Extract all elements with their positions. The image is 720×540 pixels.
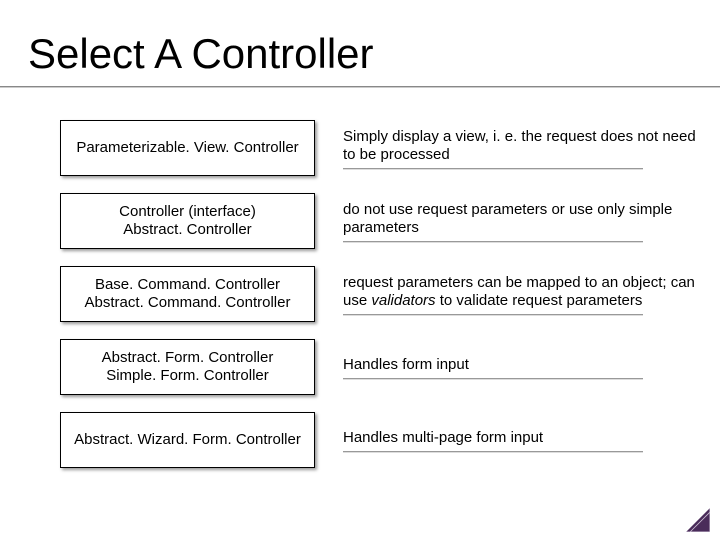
controller-desc-wrap: Handles multi-page form input xyxy=(343,429,700,452)
controller-box-line: Base. Command. Controller xyxy=(95,276,280,294)
desc-underline xyxy=(343,314,643,315)
controller-box-line: Abstract. Command. Controller xyxy=(85,294,291,312)
desc-underline xyxy=(343,378,643,379)
controller-box: Abstract. Wizard. Form. Controller xyxy=(60,412,315,468)
controller-desc-wrap: Handles form input xyxy=(343,356,700,379)
controller-box: Parameterizable. View. Controller xyxy=(60,120,315,176)
page-corner-icon xyxy=(686,508,710,532)
controller-desc: Handles multi-page form input xyxy=(343,429,700,447)
controller-desc-wrap: request parameters can be mapped to an o… xyxy=(343,274,700,315)
desc-underline xyxy=(343,241,643,242)
desc-underline xyxy=(343,168,643,169)
controller-box: Base. Command. Controller Abstract. Comm… xyxy=(60,266,315,322)
controller-row: Abstract. Form. Controller Simple. Form.… xyxy=(0,339,720,395)
desc-underline xyxy=(343,451,643,452)
controller-desc-wrap: Simply display a view, i. e. the request… xyxy=(343,128,700,169)
controller-row: Abstract. Wizard. Form. Controller Handl… xyxy=(0,412,720,468)
controller-desc: do not use request parameters or use onl… xyxy=(343,201,700,237)
controller-desc: Simply display a view, i. e. the request… xyxy=(343,128,700,164)
controller-row: Controller (interface) Abstract. Control… xyxy=(0,193,720,249)
controller-box: Abstract. Form. Controller Simple. Form.… xyxy=(60,339,315,395)
controller-box-line: Abstract. Wizard. Form. Controller xyxy=(74,431,301,449)
controller-row: Parameterizable. View. Controller Simply… xyxy=(0,120,720,176)
controller-box-line: Abstract. Controller xyxy=(123,221,251,239)
controller-row: Base. Command. Controller Abstract. Comm… xyxy=(0,266,720,322)
controller-desc: request parameters can be mapped to an o… xyxy=(343,274,700,310)
controller-desc-wrap: do not use request parameters or use onl… xyxy=(343,201,700,242)
controller-box-line: Controller (interface) xyxy=(119,203,256,221)
controller-box-line: Simple. Form. Controller xyxy=(106,367,269,385)
controller-rows: Parameterizable. View. Controller Simply… xyxy=(0,120,720,485)
title-underline xyxy=(0,86,720,87)
controller-desc: Handles form input xyxy=(343,356,700,374)
slide-title: Select A Controller xyxy=(28,30,374,78)
controller-box: Controller (interface) Abstract. Control… xyxy=(60,193,315,249)
controller-box-line: Parameterizable. View. Controller xyxy=(76,139,298,157)
controller-box-line: Abstract. Form. Controller xyxy=(102,349,274,367)
